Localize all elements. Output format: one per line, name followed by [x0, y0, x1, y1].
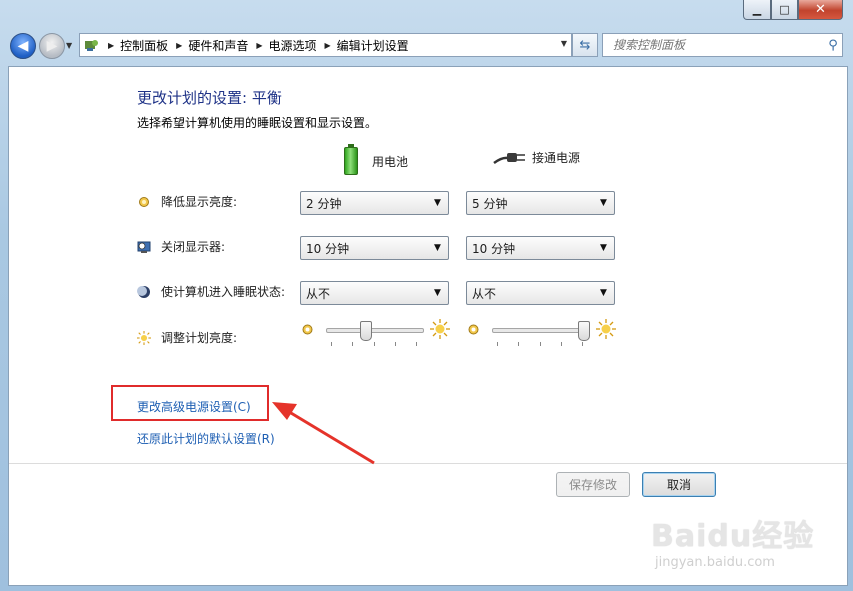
- moon-icon: [137, 285, 151, 299]
- dim-display-plugged-select[interactable]: 5 分钟 ▼: [466, 191, 615, 215]
- monitor-clock-icon: [137, 240, 151, 254]
- select-value: 5 分钟: [472, 196, 508, 211]
- breadcrumb-separator[interactable]: ▶: [256, 41, 262, 50]
- column-label-plugged: 接通电源: [532, 150, 581, 165]
- divider: [9, 463, 847, 464]
- dim-sun-icon: [468, 324, 479, 335]
- setting-row-brightness: 调整计划亮度:: [137, 329, 237, 346]
- control-panel-icon: [85, 40, 98, 51]
- dim-sun-icon: [302, 324, 313, 335]
- setting-label: 关闭显示器:: [161, 240, 226, 254]
- arrow-right-icon: ▶: [46, 38, 58, 54]
- breadcrumb-power-options[interactable]: 电源选项: [269, 37, 317, 54]
- back-button[interactable]: ◀: [10, 33, 36, 59]
- close-button[interactable]: ✕: [798, 0, 843, 20]
- setting-row-dim-display: 降低显示亮度:: [137, 193, 237, 210]
- window-controls: ▁ □ ✕: [743, 0, 843, 20]
- column-label-battery: 用电池: [372, 154, 409, 169]
- breadcrumb-separator[interactable]: ▶: [108, 41, 114, 50]
- slider-ticks: [331, 342, 417, 346]
- watermark-logo: Baidu经验: [651, 519, 815, 554]
- select-value: 10 分钟: [472, 241, 516, 256]
- select-value: 从不: [472, 286, 497, 301]
- address-dropdown-icon[interactable]: ▼: [561, 39, 567, 48]
- bright-sun-icon: [137, 330, 151, 345]
- breadcrumb-hardware-sound[interactable]: 硬件和声音: [188, 37, 248, 54]
- forward-button[interactable]: ▶: [39, 33, 65, 59]
- brightness-battery-slider[interactable]: [302, 319, 452, 347]
- watermark: Baidu经验 jingyan.baidu.com: [651, 511, 814, 570]
- breadcrumb-edit-plan[interactable]: 编辑计划设置: [337, 37, 409, 54]
- chevron-down-icon: ▼: [600, 198, 607, 208]
- maximize-button[interactable]: □: [771, 0, 798, 20]
- minimize-button[interactable]: ▁: [743, 0, 771, 20]
- restore-defaults-link[interactable]: 还原此计划的默认设置(R): [137, 430, 275, 447]
- window-frame: ▁ □ ✕ ◀ ▶ ▼ ▶ 控制面板 ▶ 硬件和声音 ▶ 电源选项 ▶ 编辑计划…: [0, 0, 853, 591]
- select-value: 2 分钟: [306, 196, 342, 211]
- plug-icon: [493, 153, 525, 165]
- cancel-button[interactable]: 取消: [642, 472, 716, 497]
- slider-thumb[interactable]: [578, 321, 590, 341]
- dim-sun-icon: [137, 195, 151, 209]
- sleep-plugged-select[interactable]: 从不 ▼: [466, 281, 615, 305]
- arrow-left-icon: ◀: [17, 38, 29, 54]
- select-value: 10 分钟: [306, 241, 350, 256]
- refresh-button[interactable]: ⇆: [572, 33, 598, 57]
- column-header-battery: 用电池: [344, 144, 409, 175]
- slider-ticks: [497, 342, 583, 346]
- select-value: 从不: [306, 286, 331, 301]
- breadcrumb-separator[interactable]: ▶: [325, 41, 331, 50]
- setting-label: 使计算机进入睡眠状态:: [161, 285, 286, 299]
- advanced-power-settings-link[interactable]: 更改高级电源设置(C): [137, 398, 251, 415]
- page-title: 更改计划的设置: 平衡: [137, 89, 282, 107]
- sleep-battery-select[interactable]: 从不 ▼: [300, 281, 449, 305]
- column-header-plugged: 接通电源: [492, 147, 580, 167]
- slider-track: [326, 328, 424, 333]
- page-subtitle: 选择希望计算机使用的睡眠设置和显示设置。: [137, 116, 378, 130]
- search-icon[interactable]: ⚲: [824, 38, 842, 53]
- chevron-down-icon: ▼: [600, 288, 607, 298]
- navigation-bar: ◀ ▶ ▼ ▶ 控制面板 ▶ 硬件和声音 ▶ 电源选项 ▶ 编辑计划设置 ▼ ⇆…: [0, 30, 853, 62]
- setting-row-turn-off-display: 关闭显示器:: [137, 238, 225, 255]
- brightness-plugged-slider[interactable]: [468, 319, 618, 347]
- refresh-icon: ⇆: [579, 37, 591, 53]
- turn-off-display-plugged-select[interactable]: 10 分钟 ▼: [466, 236, 615, 260]
- battery-icon: [344, 144, 358, 175]
- slider-thumb[interactable]: [360, 321, 373, 341]
- main-content: 更改计划的设置: 平衡 选择希望计算机使用的睡眠设置和显示设置。 用电池 接通电…: [8, 66, 848, 586]
- recent-pages-dropdown[interactable]: ▼: [66, 41, 72, 50]
- save-changes-button[interactable]: 保存修改: [556, 472, 630, 497]
- search-box: ⚲: [602, 33, 843, 57]
- chevron-down-icon: ▼: [434, 243, 441, 253]
- search-input[interactable]: [611, 37, 824, 53]
- slider-track: [492, 328, 590, 333]
- chevron-down-icon: ▼: [600, 243, 607, 253]
- bright-sun-icon: [430, 319, 450, 339]
- setting-label: 降低显示亮度:: [161, 195, 238, 209]
- setting-label: 调整计划亮度:: [161, 331, 238, 345]
- turn-off-display-battery-select[interactable]: 10 分钟 ▼: [300, 236, 449, 260]
- watermark-url: jingyan.baidu.com: [655, 555, 775, 570]
- breadcrumb-separator[interactable]: ▶: [176, 41, 182, 50]
- setting-row-sleep: 使计算机进入睡眠状态:: [137, 283, 285, 300]
- chevron-down-icon: ▼: [434, 288, 441, 298]
- address-bar[interactable]: ▶ 控制面板 ▶ 硬件和声音 ▶ 电源选项 ▶ 编辑计划设置 ▼: [79, 33, 572, 57]
- breadcrumb: ▶ 控制面板 ▶ 硬件和声音 ▶ 电源选项 ▶ 编辑计划设置: [100, 37, 409, 54]
- bright-sun-icon: [596, 319, 616, 339]
- breadcrumb-control-panel[interactable]: 控制面板: [120, 37, 168, 54]
- dim-display-battery-select[interactable]: 2 分钟 ▼: [300, 191, 449, 215]
- chevron-down-icon: ▼: [434, 198, 441, 208]
